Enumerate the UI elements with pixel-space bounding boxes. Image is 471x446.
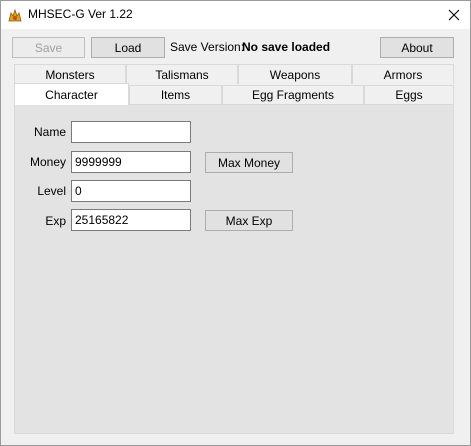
app-icon <box>8 8 22 22</box>
close-icon[interactable] <box>438 1 470 29</box>
level-field[interactable] <box>71 180 191 202</box>
tab-character[interactable]: Character <box>14 83 129 105</box>
tab-talismans[interactable]: Talismans <box>126 64 238 84</box>
tab-eggs[interactable]: Eggs <box>364 85 454 104</box>
save-button[interactable]: Save <box>12 37 85 58</box>
max-exp-button[interactable]: Max Exp <box>205 210 293 231</box>
exp-label: Exp <box>45 214 66 228</box>
max-money-button[interactable]: Max Money <box>205 152 293 173</box>
about-button[interactable]: About <box>380 37 454 58</box>
window-title: MHSEC-G Ver 1.22 <box>28 7 133 21</box>
tab-items[interactable]: Items <box>129 85 222 104</box>
name-field[interactable] <box>71 121 191 143</box>
money-field[interactable] <box>71 151 191 173</box>
tab-egg-fragments[interactable]: Egg Fragments <box>222 85 364 104</box>
character-panel: Name Money Max Money Level Exp Max Exp <box>14 104 454 434</box>
main-window: MHSEC-G Ver 1.22 Save Load Save Version:… <box>0 0 471 446</box>
exp-field[interactable] <box>71 209 191 231</box>
title-bar: MHSEC-G Ver 1.22 <box>1 1 470 29</box>
load-button[interactable]: Load <box>91 37 165 58</box>
level-label: Level <box>37 184 66 198</box>
save-version-value: No save loaded <box>242 40 331 54</box>
tab-monsters[interactable]: Monsters <box>14 64 126 84</box>
tab-weapons[interactable]: Weapons <box>238 64 352 84</box>
tab-armors[interactable]: Armors <box>352 64 454 84</box>
save-version-label: Save Version: <box>170 40 245 54</box>
money-label: Money <box>29 155 66 169</box>
name-label: Name <box>33 125 66 139</box>
